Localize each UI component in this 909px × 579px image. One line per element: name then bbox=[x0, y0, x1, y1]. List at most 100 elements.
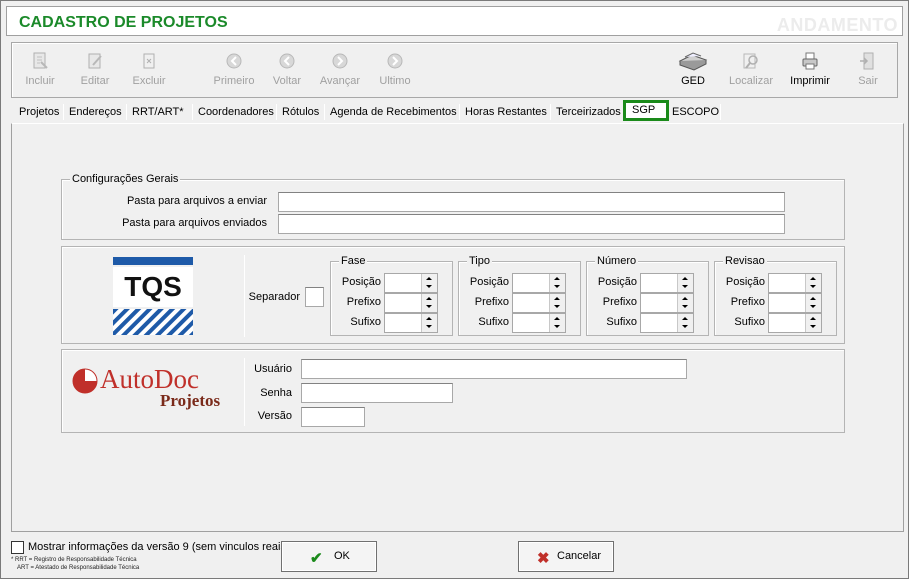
fase-legend: Fase bbox=[339, 255, 368, 267]
spinner-arrows[interactable] bbox=[677, 274, 693, 292]
incluir-button[interactable]: Incluir bbox=[14, 51, 66, 95]
revisao-prefixo-label: Prefixo bbox=[730, 296, 765, 308]
close-icon: ✖ bbox=[537, 550, 550, 567]
revisao-sufixo-spinner[interactable] bbox=[768, 313, 822, 333]
title-bar: CADASTRO DE PROJETOS ANDAMENTO bbox=[6, 6, 903, 36]
next-record-icon bbox=[332, 53, 348, 69]
tab-agenda-recebimentos[interactable]: Agenda de Recebimentos bbox=[330, 102, 457, 122]
fase-group: Fase Posição Prefixo Sufixo bbox=[330, 255, 453, 336]
senha-field[interactable] bbox=[301, 383, 453, 403]
tipo-sufixo-label: Sufixo bbox=[478, 316, 509, 328]
ultimo-label: Ultimo bbox=[379, 75, 411, 87]
printer-icon bbox=[802, 52, 818, 70]
tqs-logo-bar bbox=[113, 257, 193, 265]
cancelar-button[interactable]: ✖ Cancelar bbox=[518, 541, 614, 572]
numero-prefixo-spinner[interactable] bbox=[640, 293, 694, 313]
spinner-arrows[interactable] bbox=[421, 274, 437, 292]
incluir-label: Incluir bbox=[25, 75, 55, 87]
tipo-sufixo-spinner[interactable] bbox=[512, 313, 566, 333]
mostrar-versao-label: Mostrar informações da versão 9 (sem vin… bbox=[28, 541, 290, 553]
numero-posicao-spinner[interactable] bbox=[640, 273, 694, 293]
cadastro-window: CADASTRO DE PROJETOS ANDAMENTO Incluir E… bbox=[0, 0, 909, 579]
rrt-footnote: * RRT = Registro de Responsabilidade Téc… bbox=[11, 557, 137, 563]
tab-enderecos[interactable]: Endereços bbox=[69, 102, 122, 122]
last-record-icon bbox=[387, 53, 403, 69]
mostrar-versao-checkbox[interactable] bbox=[11, 541, 24, 554]
fase-posicao-spinner[interactable] bbox=[384, 273, 438, 293]
fase-sufixo-label: Sufixo bbox=[350, 316, 381, 328]
exit-door-icon bbox=[860, 52, 874, 70]
pasta-enviados-field[interactable] bbox=[278, 214, 785, 234]
tipo-posicao-label: Posição bbox=[469, 276, 509, 288]
tab-horas-restantes[interactable]: Horas Restantes bbox=[465, 102, 547, 122]
revisao-group: Revisao Posição Prefixo Sufixo bbox=[714, 255, 837, 336]
tab-terceirizados[interactable]: Terceirizados bbox=[556, 102, 621, 122]
spinner-arrows[interactable] bbox=[805, 294, 821, 312]
tab-separator bbox=[276, 104, 277, 120]
spinner-arrows[interactable] bbox=[549, 294, 565, 312]
edit-document-icon bbox=[88, 53, 102, 69]
spinner-arrows[interactable] bbox=[421, 294, 437, 312]
tqs-logo-stripes bbox=[113, 309, 193, 335]
spinner-arrows[interactable] bbox=[549, 314, 565, 332]
scanner-icon bbox=[678, 52, 708, 71]
usuario-field[interactable] bbox=[301, 359, 687, 379]
config-group: Configurações Gerais Pasta para arquivos… bbox=[61, 173, 845, 240]
tipo-posicao-spinner[interactable] bbox=[512, 273, 566, 293]
spinner-arrows[interactable] bbox=[421, 314, 437, 332]
window-title: CADASTRO DE PROJETOS bbox=[19, 14, 228, 31]
tab-sgp[interactable]: SGP bbox=[623, 100, 669, 121]
spinner-arrows[interactable] bbox=[549, 274, 565, 292]
sair-button[interactable]: Sair bbox=[842, 51, 894, 95]
ok-button[interactable]: ✔ OK bbox=[281, 541, 377, 572]
tipo-prefixo-spinner[interactable] bbox=[512, 293, 566, 313]
senha-label: Senha bbox=[260, 387, 292, 399]
tab-rotulos[interactable]: Rótulos bbox=[282, 102, 319, 122]
versao-field[interactable] bbox=[301, 407, 365, 427]
revisao-prefixo-spinner[interactable] bbox=[768, 293, 822, 313]
tipo-prefixo-label: Prefixo bbox=[474, 296, 509, 308]
voltar-label: Voltar bbox=[272, 75, 302, 87]
numero-sufixo-spinner[interactable] bbox=[640, 313, 694, 333]
tab-escopo[interactable]: ESCOPO bbox=[672, 102, 719, 122]
localizar-button[interactable]: Localizar bbox=[725, 51, 777, 95]
tab-coordenadores[interactable]: Coordenadores bbox=[198, 102, 274, 122]
checkmark-icon: ✔ bbox=[310, 550, 323, 567]
pasta-enviar-field[interactable] bbox=[278, 192, 785, 212]
tab-rrt-art[interactable]: RRT/ART* bbox=[132, 102, 184, 122]
autodoc-logo-subtext: Projetos bbox=[160, 391, 221, 410]
tab-projetos[interactable]: Projetos bbox=[19, 102, 59, 122]
status-watermark: ANDAMENTO bbox=[776, 15, 898, 35]
separador-field[interactable] bbox=[305, 287, 324, 307]
ged-label: GED bbox=[681, 75, 705, 87]
excluir-button[interactable]: Excluir bbox=[123, 51, 175, 95]
tipo-legend: Tipo bbox=[467, 255, 492, 267]
ged-button[interactable]: GED bbox=[667, 51, 719, 95]
search-icon bbox=[743, 53, 758, 69]
sair-label: Sair bbox=[858, 75, 878, 87]
primeiro-button[interactable]: Primeiro bbox=[208, 51, 260, 95]
autodoc-logo: AutoDoc Projetos bbox=[72, 364, 237, 414]
spinner-arrows[interactable] bbox=[805, 274, 821, 292]
spinner-arrows[interactable] bbox=[677, 314, 693, 332]
art-footnote: ART = Atestado de Responsabilidade Técni… bbox=[17, 565, 140, 571]
spinner-arrows[interactable] bbox=[805, 314, 821, 332]
numero-posicao-label: Posição bbox=[597, 276, 637, 288]
voltar-button[interactable]: Voltar bbox=[261, 51, 313, 95]
tab-separator bbox=[459, 104, 460, 120]
autodoc-logo-mark bbox=[72, 368, 98, 394]
fase-prefixo-spinner[interactable] bbox=[384, 293, 438, 313]
imprimir-label: Imprimir bbox=[790, 75, 830, 87]
ultimo-button[interactable]: Ultimo bbox=[369, 51, 421, 95]
revisao-posicao-spinner[interactable] bbox=[768, 273, 822, 293]
avancar-button[interactable]: Avançar bbox=[314, 51, 366, 95]
fase-sufixo-spinner[interactable] bbox=[384, 313, 438, 333]
tab-content-sgp: Configurações Gerais Pasta para arquivos… bbox=[11, 123, 904, 532]
versao-label: Versão bbox=[257, 410, 292, 422]
numero-group: Número Posição Prefixo Sufixo bbox=[586, 255, 709, 336]
editar-button[interactable]: Editar bbox=[69, 51, 121, 95]
imprimir-button[interactable]: Imprimir bbox=[784, 51, 836, 95]
toolbar: Incluir Editar Excluir Primeiro Voltar A… bbox=[11, 42, 898, 98]
spinner-arrows[interactable] bbox=[677, 294, 693, 312]
revisao-posicao-label: Posição bbox=[725, 276, 765, 288]
